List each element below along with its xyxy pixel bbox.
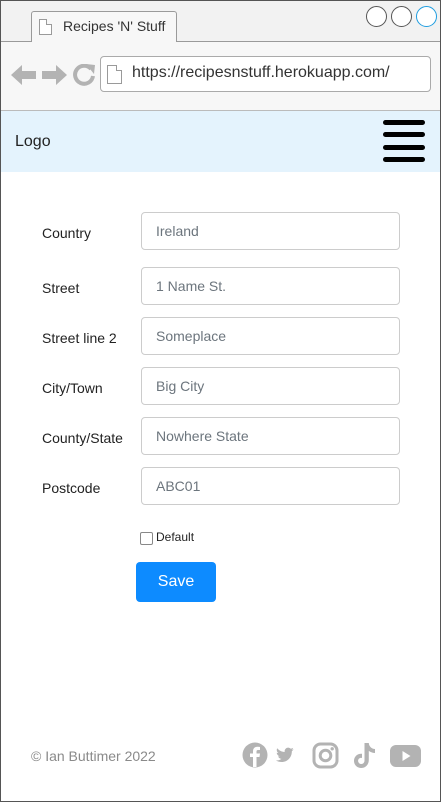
hamburger-menu-icon[interactable] xyxy=(383,120,425,163)
street-input[interactable] xyxy=(141,267,400,305)
reload-icon[interactable] xyxy=(73,64,95,86)
country-label: Country xyxy=(42,225,92,241)
street-label: Street xyxy=(42,280,80,296)
street-line-2-label: Street line 2 xyxy=(42,330,117,346)
twitter-icon[interactable] xyxy=(276,747,294,763)
url-text: https://recipesnstuff.herokuapp.com/ xyxy=(132,64,390,81)
minimize-button[interactable] xyxy=(366,6,387,27)
postcode-input[interactable] xyxy=(141,467,400,505)
youtube-icon[interactable] xyxy=(390,745,421,767)
default-label: Default xyxy=(156,530,195,544)
tiktok-icon[interactable] xyxy=(352,742,377,769)
page-icon xyxy=(107,65,122,84)
city-town-label: City/Town xyxy=(42,380,103,396)
maximize-button[interactable] xyxy=(391,6,412,27)
instagram-icon[interactable] xyxy=(312,742,339,769)
address-bar[interactable]: https://recipesnstuff.herokuapp.com/ xyxy=(100,56,431,92)
navigation-bar: https://recipesnstuff.herokuapp.com/ xyxy=(1,42,440,111)
tab-bar: Recipes 'N' Stuff xyxy=(1,1,440,42)
default-checkbox[interactable] xyxy=(140,532,153,545)
county-state-input[interactable] xyxy=(141,417,400,455)
close-button[interactable] xyxy=(416,6,437,27)
back-arrow-icon[interactable] xyxy=(11,64,37,86)
browser-window: Recipes 'N' Stuff https://recipesnstuff.… xyxy=(0,0,441,802)
forward-arrow-icon[interactable] xyxy=(41,64,67,86)
tab-title: Recipes 'N' Stuff xyxy=(63,18,166,34)
copyright-text: © Ian Buttimer 2022 xyxy=(31,748,156,764)
country-input[interactable] xyxy=(141,212,400,250)
street-line-2-input[interactable] xyxy=(141,317,400,355)
logo[interactable]: Logo xyxy=(15,133,51,151)
site-header: Logo xyxy=(1,111,440,172)
save-button[interactable]: Save xyxy=(136,562,216,602)
city-town-input[interactable] xyxy=(141,367,400,405)
county-state-label: County/State xyxy=(42,430,123,446)
postcode-label: Postcode xyxy=(42,480,101,496)
facebook-icon[interactable] xyxy=(242,742,268,768)
browser-tab[interactable]: Recipes 'N' Stuff xyxy=(31,11,177,42)
page-icon xyxy=(39,19,52,35)
